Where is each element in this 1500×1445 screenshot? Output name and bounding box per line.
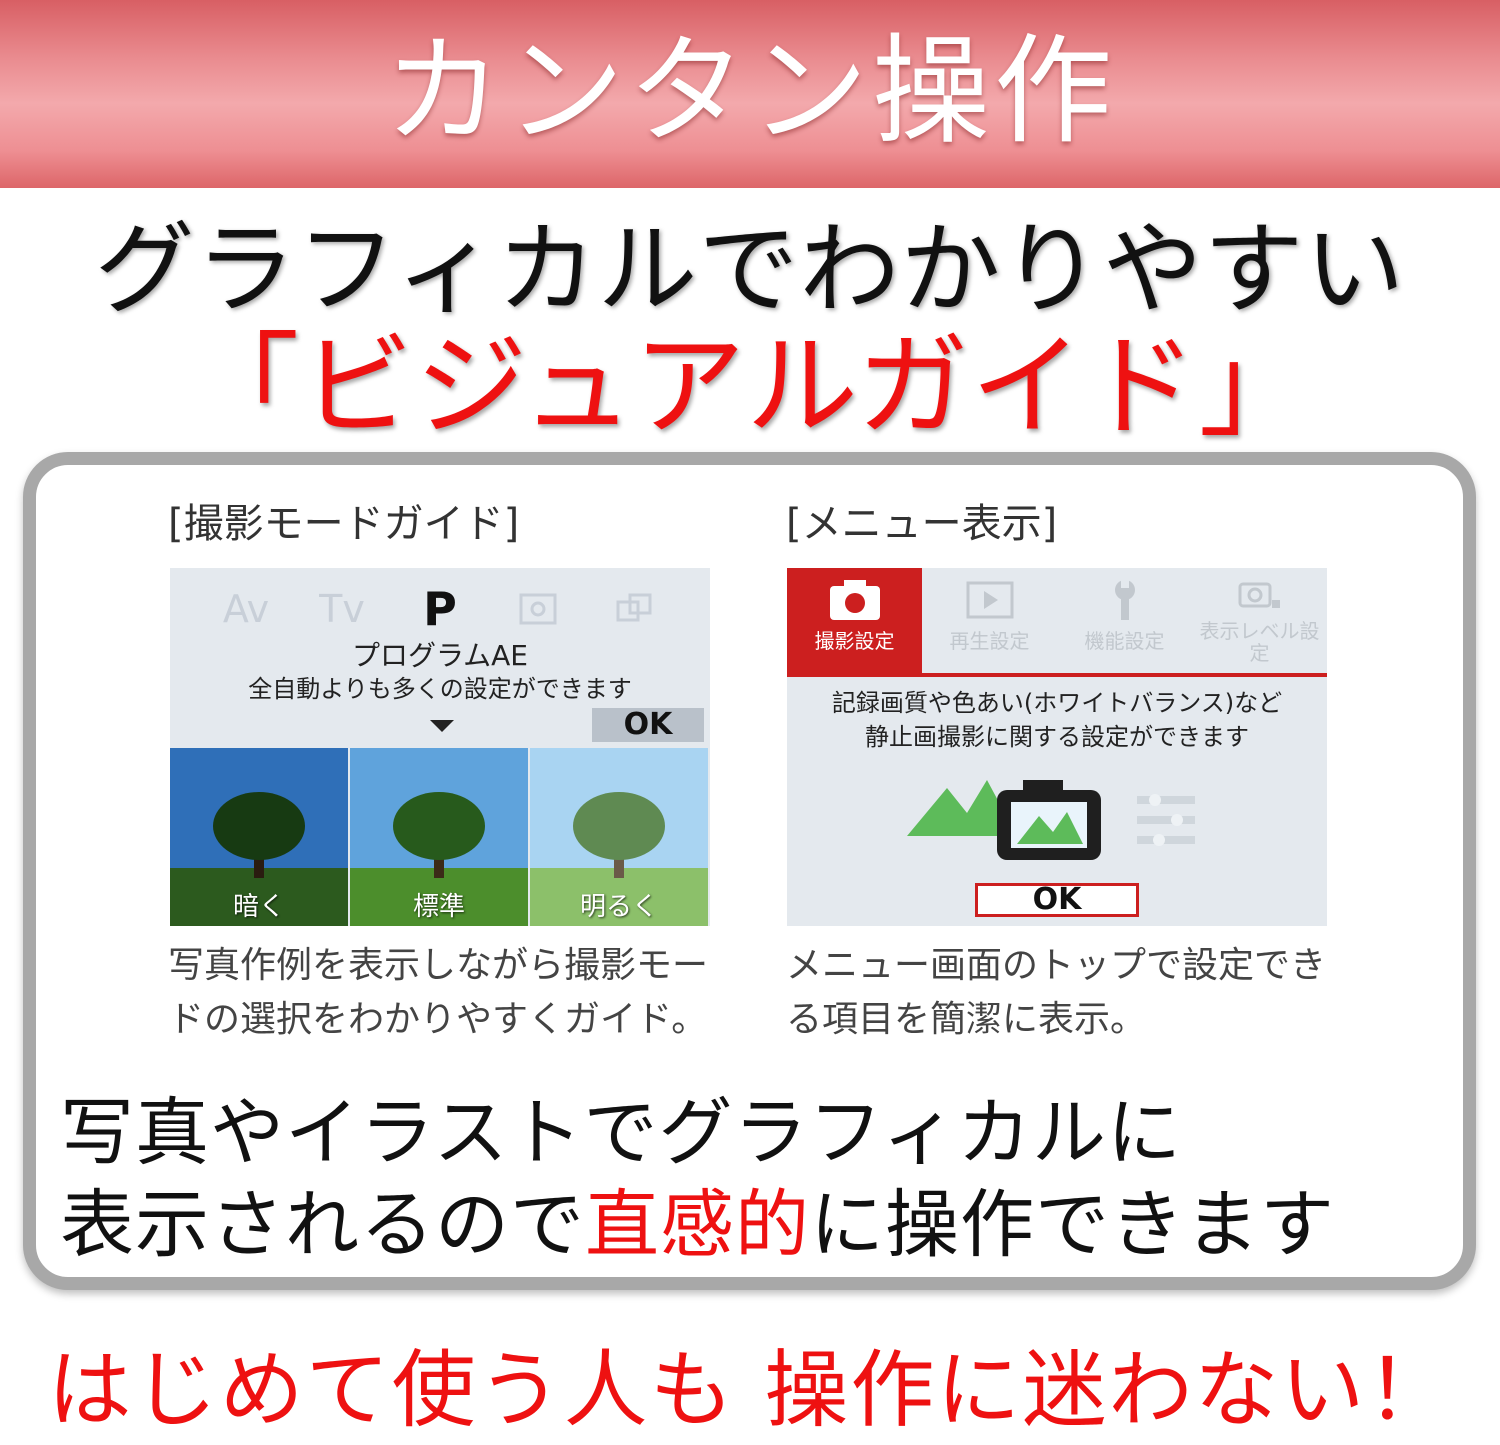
subtitle: グラフィカルでわかりやすい (94, 211, 1406, 328)
mode-av[interactable]: Av (206, 578, 286, 640)
mode-guide-heading: [撮影モードガイド] (168, 501, 520, 547)
mode-tv[interactable]: Tv (302, 578, 382, 640)
down-arrow-icon (430, 720, 454, 732)
mode-ok-button[interactable]: OK (592, 708, 704, 742)
menu-tab-bar: 撮影設定 再生設定 機能設定 表示レベル設定 (787, 568, 1327, 673)
shooting-illustration (907, 780, 1195, 860)
menu-description-1: 記録画質や色あい(ホワイトバランス)など (831, 689, 1283, 717)
photo-standard[interactable]: 標準 (350, 748, 528, 926)
mode-description: 全自動よりも多くの設定ができます (248, 675, 632, 703)
mode-dial-row: Av Tv P (170, 578, 710, 640)
body-text-segment: 表示されるので (60, 1182, 585, 1268)
tab-label: 機能設定 (1084, 629, 1165, 653)
mode-name: プログラムAE (351, 639, 528, 672)
photo-bright[interactable]: 明るく (530, 748, 708, 926)
body-text-segment: に操作できます (810, 1182, 1335, 1268)
menu-display-heading: [メニュー表示] (786, 501, 1058, 547)
tab-playback-settings[interactable]: 再生設定 (922, 568, 1057, 673)
tab-display-level-settings[interactable]: 表示レベル設定 (1192, 568, 1327, 673)
body-text-line-2: 表示されるので直感的に操作できます (60, 1180, 1335, 1270)
creative-icon[interactable] (594, 578, 674, 644)
tab-label: 表示レベル設定 (1199, 619, 1320, 665)
camera-settings-icon (1238, 582, 1280, 608)
menu-screen: 撮影設定 再生設定 機能設定 表示レベル設定 記録画質や色あい(ホワイトバランス… (787, 568, 1327, 926)
menu-description-2: 静止画撮影に関する設定ができます (865, 723, 1249, 751)
tab-shooting-settings[interactable]: 撮影設定 (787, 568, 922, 673)
tab-label: 再生設定 (949, 629, 1030, 653)
tab-underline (787, 673, 1327, 677)
photo-dark[interactable]: 暗く (170, 748, 348, 926)
play-icon (966, 581, 1013, 619)
mode-guide-caption-2: ドの選択をわかりやすくガイド。 (168, 999, 708, 1040)
wrench-icon (1114, 578, 1135, 620)
photo-label-standard: 標準 (412, 892, 465, 922)
body-text-line-1: 写真やイラストでグラフィカルに (60, 1090, 1183, 1176)
title-banner: カンタン操作 (0, 0, 1500, 188)
visual-guide-title: 「ビジュアルガイド」 (187, 322, 1313, 452)
menu-caption-2: る項目を簡潔に表示。 (786, 999, 1147, 1040)
mode-p[interactable]: P (400, 578, 480, 640)
closing-message: はじめて使う人も 操作に迷わない！ (47, 1341, 1453, 1439)
tab-function-settings[interactable]: 機能設定 (1057, 568, 1192, 673)
photo-label-bright: 明るく (579, 892, 658, 922)
tab-label: 撮影設定 (814, 629, 895, 653)
menu-ok-button[interactable]: OK (975, 883, 1139, 917)
intuitive-highlight: 直感的 (585, 1182, 810, 1268)
mode-guide-screen: Av Tv P プログラムAE 全自動よりも多くの設定ができます OK 暗く 標… (170, 568, 710, 926)
mode-guide-caption-1: 写真作例を表示しながら撮影モー (168, 945, 709, 986)
banner-title: カンタン操作 (383, 22, 1116, 160)
photo-label-dark: 暗く (232, 892, 285, 922)
camera-icon (829, 580, 880, 620)
scene-icon[interactable] (498, 578, 578, 644)
menu-caption-1: メニュー画面のトップで設定でき (786, 945, 1327, 986)
